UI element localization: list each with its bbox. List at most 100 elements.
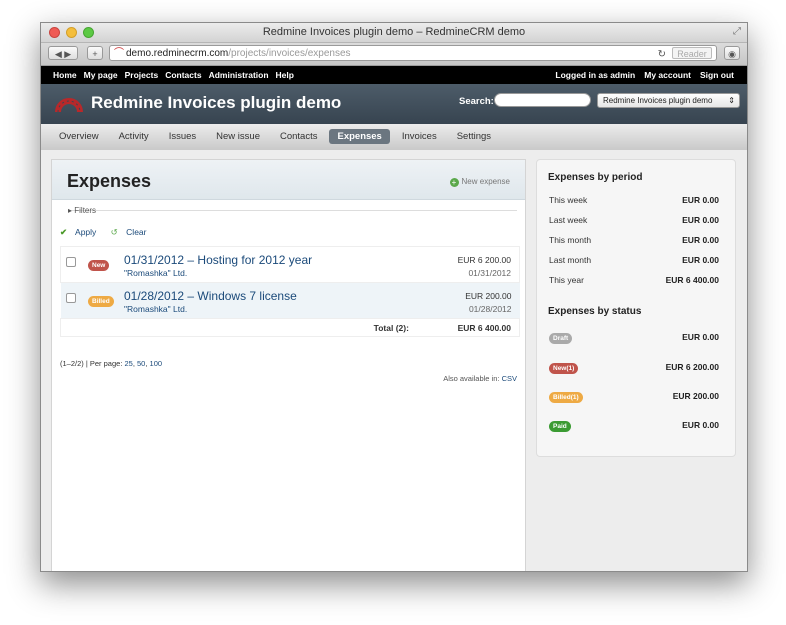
fullscreen-icon[interactable]: ⤢ [733, 26, 741, 37]
status-row: Draft EUR 0.00 [549, 332, 719, 344]
status-badge[interactable]: New(1) [549, 363, 579, 374]
company-link[interactable]: "Romashka" Ltd. [124, 268, 420, 278]
site-favicon-icon: ⌒ [114, 48, 124, 59]
table-row[interactable]: Billed 01/28/2012 – Windows 7 license "R… [60, 282, 520, 319]
search-input[interactable] [494, 93, 591, 107]
back-forward-button[interactable]: ◀ ▶ [48, 46, 78, 60]
export-formats: Also available in: CSV [443, 374, 517, 383]
window-titlebar: Redmine Invoices plugin demo – RedmineCR… [41, 23, 747, 43]
expense-amount: EUR 200.00 [465, 291, 512, 301]
expenses-table: New 01/31/2012 – Hosting for 2012 year "… [60, 246, 520, 337]
tab-settings[interactable]: Settings [449, 129, 499, 144]
page-title: Expenses [67, 171, 152, 191]
total-value: EUR 6 400.00 [457, 323, 511, 333]
status-value: EUR 0.00 [682, 332, 719, 342]
filters-toggle[interactable]: ▸ Filters [68, 206, 96, 215]
status-value: EUR 6 200.00 [665, 362, 719, 372]
status-section-title: Expenses by status [548, 306, 642, 317]
tab-invoices[interactable]: Invoices [394, 129, 445, 144]
table-row[interactable]: New 01/31/2012 – Hosting for 2012 year "… [60, 246, 520, 283]
period-row: This year EUR 6 400.00 [549, 275, 719, 285]
filters-label: Filters [74, 206, 97, 215]
tab-new-issue[interactable]: New issue [208, 129, 268, 144]
also-available-label: Also available in: [443, 374, 500, 383]
pager-info: (1–2/2) | Per page: [60, 359, 123, 368]
company-link[interactable]: "Romashka" Ltd. [124, 304, 420, 314]
reader-button[interactable]: Reader [672, 47, 712, 59]
status-row: New(1) EUR 6 200.00 [549, 362, 719, 374]
period-value: EUR 0.00 [682, 255, 719, 265]
per-page-100-link[interactable]: 100 [150, 359, 163, 368]
url-host: demo.redminecrm.com [126, 48, 229, 59]
period-label: Last month [549, 255, 592, 265]
top-menu-help[interactable]: Help [276, 70, 294, 80]
period-value: EUR 0.00 [682, 195, 719, 205]
sign-out-link[interactable]: Sign out [700, 70, 734, 80]
pagination: (1–2/2) | Per page: 25, 50, 100 [60, 359, 163, 368]
total-label: Total (2): [373, 323, 409, 333]
main-menu: Overview Activity Issues New issue Conta… [41, 124, 747, 151]
top-menu-administration[interactable]: Administration [209, 70, 269, 80]
period-row: This month EUR 0.00 [549, 235, 719, 245]
expense-date: 01/31/2012 [468, 268, 511, 278]
csv-export-link[interactable]: CSV [502, 374, 517, 383]
reload-icon[interactable]: ↻ [658, 47, 666, 62]
status-badge[interactable]: Paid [549, 421, 571, 432]
tab-activity[interactable]: Activity [111, 129, 157, 144]
period-value: EUR 0.00 [682, 215, 719, 225]
expense-amount: EUR 6 200.00 [457, 255, 511, 265]
project-jump-select[interactable]: Redmine Invoices plugin demo ⇕ [597, 93, 740, 108]
expense-date: 01/28/2012 [468, 304, 512, 314]
apply-button[interactable]: ✔ Apply [60, 227, 102, 237]
expenses-header: Expenses + New expense [52, 160, 525, 200]
per-page-25-link[interactable]: 25 [125, 359, 133, 368]
row-checkbox[interactable] [66, 257, 76, 267]
top-menu: Home My page Projects Contacts Administr… [41, 66, 747, 84]
period-label: This week [549, 195, 588, 205]
checkmark-icon: ✔ [60, 227, 68, 237]
apply-label: Apply [75, 227, 97, 237]
tab-contacts[interactable]: Contacts [272, 129, 326, 144]
period-label: This month [549, 235, 592, 245]
status-value: EUR 200.00 [672, 391, 719, 401]
top-menu-home[interactable]: Home [53, 70, 77, 80]
status-badge: Billed [88, 296, 114, 307]
period-row: Last month EUR 0.00 [549, 255, 719, 265]
chevron-updown-icon: ⇕ [728, 96, 735, 105]
expense-title-link[interactable]: 01/28/2012 – Windows 7 license [124, 289, 420, 303]
redmine-logo-icon [55, 98, 83, 113]
period-label: Last week [549, 215, 588, 225]
browser-toolbar: ◀ ▶ + ⌒ demo.redminecrm.com/projects/invo… [41, 43, 747, 66]
reload-icon: ↺ [110, 227, 118, 237]
period-row: This week EUR 0.00 [549, 195, 719, 205]
address-bar[interactable]: ⌒ demo.redminecrm.com/projects/invoices/e… [109, 45, 717, 61]
period-row: Last week EUR 0.00 [549, 215, 719, 225]
status-row: Paid EUR 0.00 [549, 420, 719, 432]
top-menu-contacts[interactable]: Contacts [165, 70, 201, 80]
logged-in-as: Logged in as admin [555, 70, 636, 80]
expenses-panel: Expenses + New expense ▸ Filters ✔ Apply … [51, 159, 526, 571]
period-section-title: Expenses by period [548, 172, 643, 183]
status-badge[interactable]: Billed(1) [549, 392, 583, 403]
top-menu-my-page[interactable]: My page [84, 70, 118, 80]
per-page-50-link[interactable]: 50 [137, 359, 145, 368]
filter-actions: ✔ Apply ↺ Clear [60, 227, 158, 238]
downloads-button[interactable]: ◉ [724, 46, 740, 60]
search-label: Search: [459, 96, 494, 107]
clear-button[interactable]: ↺ Clear [111, 227, 153, 237]
window-title: Redmine Invoices plugin demo – RedmineCR… [262, 26, 526, 38]
row-checkbox[interactable] [65, 293, 76, 303]
chevron-right-icon: ▸ [68, 206, 73, 215]
top-menu-projects[interactable]: Projects [125, 70, 159, 80]
filters-divider [72, 210, 517, 211]
tab-overview[interactable]: Overview [51, 129, 107, 144]
new-expense-button[interactable]: + New expense [449, 177, 510, 187]
status-badge[interactable]: Draft [549, 333, 573, 344]
new-tab-button[interactable]: + [87, 46, 103, 60]
app-header: Redmine Invoices plugin demo Search: Red… [41, 84, 747, 124]
tab-expenses[interactable]: Expenses [329, 129, 390, 144]
tab-issues[interactable]: Issues [161, 129, 204, 144]
expense-title-link[interactable]: 01/31/2012 – Hosting for 2012 year [124, 253, 420, 267]
url-path: /projects/invoices/expenses [228, 48, 351, 59]
my-account-link[interactable]: My account [644, 70, 691, 80]
